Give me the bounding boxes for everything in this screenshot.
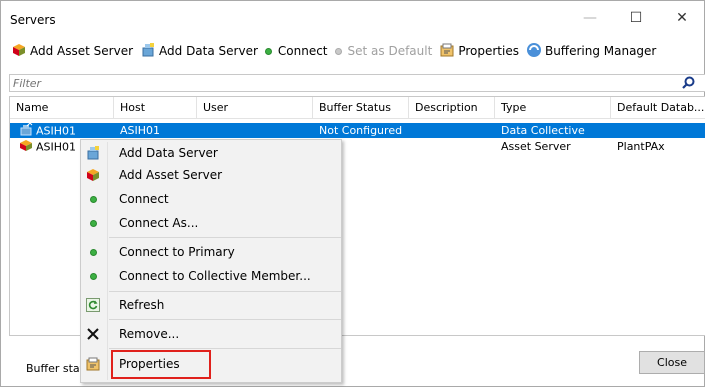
menu-item-connect[interactable]: Connect	[81, 188, 341, 210]
set-default-icon	[334, 47, 342, 55]
buffer-status-text: Buffer stat	[26, 362, 84, 375]
search-icon[interactable]	[682, 76, 695, 92]
row-host-cell: ASIH01	[120, 124, 161, 137]
column-header-buffer-status[interactable]: Buffer Status	[313, 97, 409, 119]
set-as-default-button[interactable]: Set as Default	[334, 44, 432, 58]
asset-server-icon	[85, 167, 101, 183]
properties-icon	[439, 42, 455, 61]
row-type-cell: Data Collective	[501, 124, 585, 137]
close-window-button[interactable]: ✕	[659, 1, 705, 35]
properties-button[interactable]: Properties	[439, 42, 519, 61]
row-type-cell: Asset Server	[501, 140, 571, 153]
data-server-icon	[85, 145, 101, 161]
properties-icon	[85, 356, 101, 372]
servers-window: Servers — ☐ ✕ Add Asset Server Add Data …	[0, 0, 705, 387]
filter-bar	[9, 74, 705, 92]
connect-icon	[85, 215, 101, 231]
row-default-db-cell	[611, 123, 705, 138]
close-button[interactable]: Close	[639, 351, 705, 374]
remove-icon	[85, 326, 101, 342]
data-server-icon	[18, 123, 34, 138]
column-header-default-database[interactable]: Default Datab...	[611, 97, 705, 119]
minimize-button[interactable]: —	[567, 1, 613, 35]
menu-item-connect-as[interactable]: Connect As...	[81, 212, 341, 234]
data-server-icon	[140, 42, 156, 61]
list-header: Name Host User Buffer Status Description…	[10, 97, 705, 119]
menu-item-connect-to-primary[interactable]: Connect to Primary	[81, 241, 341, 263]
row-buffer-status-cell: Not Configured	[319, 124, 403, 137]
column-header-type[interactable]: Type	[495, 97, 611, 119]
menu-separator	[109, 319, 341, 320]
column-header-user[interactable]: User	[197, 97, 313, 119]
connect-icon	[85, 244, 101, 260]
menu-separator	[109, 348, 341, 349]
window-title: Servers	[10, 13, 56, 27]
menu-item-refresh[interactable]: Refresh	[81, 294, 341, 316]
menu-separator	[109, 291, 341, 292]
menu-item-add-asset-server[interactable]: Add Asset Server	[81, 164, 341, 186]
menu-item-connect-to-collective-member[interactable]: Connect to Collective Member...	[81, 265, 341, 287]
properties-highlight-box	[111, 350, 211, 379]
add-data-server-button[interactable]: Add Data Server	[140, 42, 258, 61]
row-description-cell	[409, 123, 495, 138]
title-bar: Servers — ☐ ✕	[1, 1, 704, 37]
row-description-cell	[409, 139, 495, 154]
row-default-db-cell: PlantPAx	[617, 140, 665, 153]
menu-item-remove[interactable]: Remove...	[81, 323, 341, 345]
connect-icon	[85, 191, 101, 207]
buffering-manager-button[interactable]: Buffering Manager	[526, 42, 656, 61]
connect-icon	[85, 268, 101, 284]
column-header-name[interactable]: Name	[10, 97, 114, 119]
context-menu: Add Data Server Add Asset Server Connect…	[80, 139, 342, 383]
column-header-host[interactable]: Host	[114, 97, 197, 119]
connect-button[interactable]: Connect	[264, 44, 328, 58]
refresh-icon	[85, 297, 101, 313]
asset-server-icon	[11, 42, 27, 61]
table-row[interactable]: ASIH01 ASIH01 Not Configured Data Collec…	[10, 123, 705, 138]
filter-input[interactable]	[10, 75, 650, 91]
connect-icon	[264, 47, 272, 55]
menu-item-add-data-server[interactable]: Add Data Server	[81, 142, 341, 164]
maximize-button[interactable]: ☐	[613, 1, 659, 35]
row-name-cell: ASIH01	[10, 123, 114, 138]
row-user-cell	[197, 123, 313, 138]
menu-separator	[109, 237, 341, 238]
column-header-description[interactable]: Description	[409, 97, 495, 119]
buffering-manager-icon	[526, 42, 542, 61]
add-asset-server-button[interactable]: Add Asset Server	[11, 42, 133, 61]
toolbar: Add Asset Server Add Data Server Connect…	[1, 39, 704, 63]
asset-server-icon	[18, 139, 34, 154]
